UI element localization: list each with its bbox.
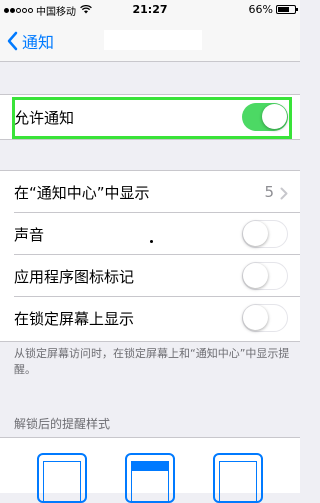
back-button[interactable]: 通知 [6,29,54,53]
nav-title-redacted [104,30,202,50]
battery-icon [276,5,298,14]
toggle-knob [243,263,268,288]
badge-app-icon-row: 应用程序图标标记 [0,255,300,297]
notification-center-row[interactable]: 在“通知中心”中显示 5 [0,171,300,213]
badge-app-icon-toggle[interactable] [242,262,288,290]
notification-center-value-wrap: 5 [264,171,288,213]
show-on-lock-screen-row: 在锁定屏幕上显示 [0,297,300,339]
banner-preview [132,462,168,471]
alert-style-alert-option[interactable] [213,453,263,503]
notification-center-label: 在“通知中心”中显示 [14,183,150,202]
allow-notifications-toggle[interactable] [242,103,288,131]
alert-style-header: 解锁后的提醒样式 [14,417,111,431]
alert-style-panel [0,437,300,503]
show-on-lock-screen-toggle[interactable] [242,304,288,332]
lock-screen-footer-text: 从锁定屏幕访问时，在锁定屏幕上和“通知中心”中显示提醒。 [14,347,290,376]
toggle-knob [243,221,268,246]
stray-dot [150,240,153,243]
allow-notifications-group: 允许通知 [0,94,300,140]
allow-notifications-row: 允许通知 [0,95,300,139]
phone-screen [219,461,257,501]
phone-screen [131,461,169,501]
toggle-knob [262,104,287,129]
status-right: 66% [248,3,298,16]
chevron-right-icon [280,186,288,199]
notification-settings-group: 在“通知中心”中显示 5 声音 应用程序图标标记 在锁定屏幕上显示 [0,170,300,342]
notification-center-value: 5 [264,183,274,201]
battery-fill [278,7,289,12]
sound-toggle[interactable] [242,220,288,248]
navigation-bar: 通知 [0,20,300,62]
phone-screen [43,461,81,501]
sound-row: 声音 [0,213,300,255]
chevron-left-icon [6,31,22,51]
status-bar: 中国移动 21:27 66% [0,0,300,20]
alert-style-banner-option[interactable] [125,453,175,503]
battery-percent: 66% [248,3,273,16]
alert-style-none-option[interactable] [37,453,87,503]
back-button-label: 通知 [22,33,55,52]
toggle-knob [243,305,268,330]
